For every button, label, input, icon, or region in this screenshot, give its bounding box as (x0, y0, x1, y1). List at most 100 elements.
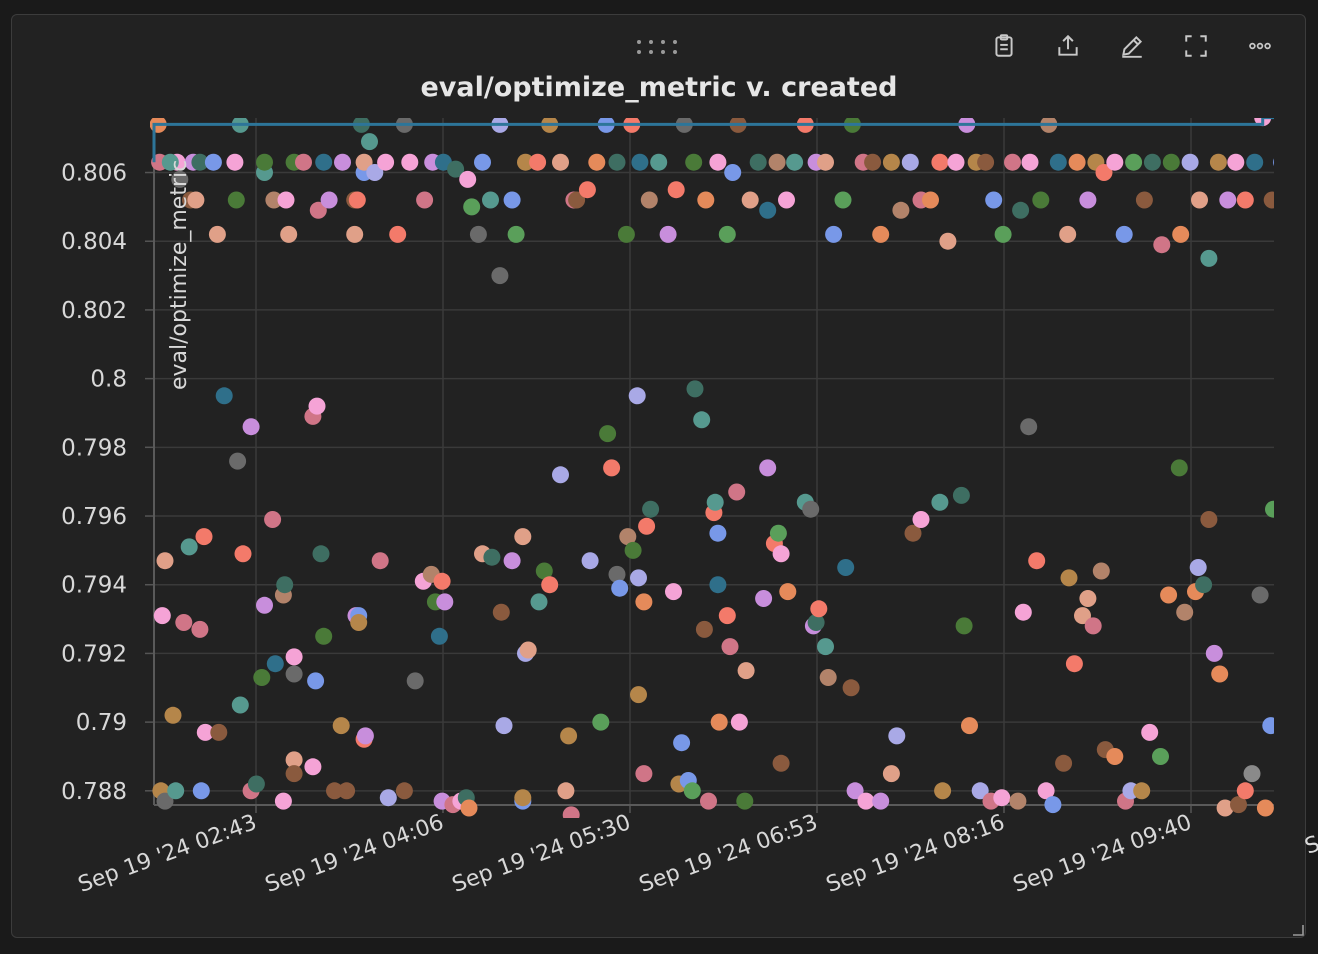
data-point[interactable] (892, 201, 910, 219)
data-point[interactable] (1068, 153, 1086, 171)
data-point[interactable] (650, 153, 668, 171)
data-point[interactable] (659, 225, 677, 243)
data-point[interactable] (395, 782, 413, 800)
data-point[interactable] (459, 170, 477, 188)
data-point[interactable] (1160, 586, 1178, 604)
data-point[interactable] (1243, 765, 1261, 783)
data-point[interactable] (1009, 792, 1027, 810)
data-point[interactable] (718, 225, 736, 243)
data-point[interactable] (348, 191, 366, 209)
data-point[interactable] (617, 225, 635, 243)
data-point[interactable] (552, 466, 569, 484)
data-point[interactable] (1060, 569, 1078, 587)
data-point[interactable] (495, 717, 513, 735)
data-point[interactable] (1200, 511, 1218, 528)
data-point[interactable] (514, 789, 532, 807)
data-point[interactable] (630, 686, 647, 704)
data-point[interactable] (1028, 552, 1046, 570)
data-point[interactable] (842, 679, 860, 697)
data-point[interactable] (276, 576, 294, 594)
data-point[interactable] (1143, 153, 1161, 171)
data-point[interactable] (1176, 603, 1194, 621)
data-point[interactable] (1153, 236, 1171, 254)
data-point[interactable] (295, 153, 312, 171)
data-point[interactable] (204, 153, 222, 171)
data-point[interactable] (175, 614, 193, 631)
data-point[interactable] (315, 153, 333, 171)
data-point[interactable] (231, 696, 249, 714)
data-point[interactable] (693, 411, 711, 429)
data-point[interactable] (1236, 782, 1254, 800)
data-point[interactable] (864, 153, 882, 171)
data-point[interactable] (562, 806, 580, 823)
data-point[interactable] (673, 734, 691, 752)
data-point[interactable] (1262, 717, 1279, 735)
data-point[interactable] (638, 517, 656, 535)
data-point[interactable] (332, 717, 350, 735)
data-point[interactable] (277, 191, 295, 209)
data-point[interactable] (266, 655, 284, 673)
data-point[interactable] (460, 799, 478, 817)
data-point[interactable] (952, 486, 970, 504)
data-point[interactable] (759, 459, 777, 477)
data-point[interactable] (1135, 191, 1153, 209)
data-point[interactable] (253, 669, 271, 686)
resize-handle-icon[interactable] (1292, 924, 1304, 936)
data-point[interactable] (503, 552, 521, 570)
data-point[interactable] (994, 225, 1012, 243)
data-point[interactable] (1012, 201, 1030, 219)
data-point[interactable] (810, 600, 828, 618)
data-point[interactable] (1300, 590, 1317, 607)
data-point[interactable] (1106, 748, 1124, 765)
data-point[interactable] (1281, 164, 1298, 181)
data-point[interactable] (872, 792, 890, 810)
data-point[interactable] (208, 225, 226, 243)
data-point[interactable] (285, 648, 303, 666)
data-point[interactable] (1125, 153, 1143, 171)
data-point[interactable] (939, 232, 957, 250)
data-point[interactable] (334, 153, 351, 171)
data-point[interactable] (379, 789, 397, 807)
data-point[interactable] (1172, 225, 1190, 243)
data-point[interactable] (234, 545, 252, 563)
data-point[interactable] (1251, 586, 1269, 604)
data-point[interactable] (529, 153, 547, 171)
data-point[interactable] (280, 225, 298, 243)
data-point[interactable] (1256, 799, 1274, 817)
data-point[interactable] (167, 782, 185, 800)
data-point[interactable] (730, 713, 748, 731)
data-point[interactable] (755, 590, 773, 607)
data-point[interactable] (888, 727, 906, 745)
data-point[interactable] (786, 153, 804, 171)
data-point[interactable] (825, 225, 843, 243)
data-point[interactable] (215, 387, 233, 405)
data-point[interactable] (560, 727, 578, 745)
data-point[interactable] (312, 545, 330, 563)
data-point[interactable] (1289, 587, 1306, 604)
data-point[interactable] (667, 181, 685, 199)
data-point[interactable] (541, 576, 559, 594)
data-point[interactable] (430, 627, 448, 645)
data-point[interactable] (819, 669, 837, 686)
data-point[interactable] (686, 380, 704, 398)
data-point[interactable] (882, 765, 900, 783)
data-point[interactable] (1305, 614, 1318, 631)
data-point[interactable] (769, 524, 787, 542)
data-point[interactable] (635, 765, 653, 783)
data-point[interactable] (1265, 500, 1282, 518)
data-point[interactable] (772, 754, 790, 772)
data-point[interactable] (977, 153, 995, 171)
data-point[interactable] (628, 387, 646, 405)
data-point[interactable] (389, 225, 407, 243)
data-point[interactable] (695, 620, 713, 638)
data-point[interactable] (922, 191, 939, 209)
data-point[interactable] (1021, 153, 1039, 171)
data-point[interactable] (993, 789, 1011, 807)
data-point[interactable] (857, 792, 875, 810)
data-point[interactable] (226, 153, 244, 171)
data-point[interactable] (1141, 723, 1159, 741)
data-point[interactable] (603, 459, 621, 477)
data-point[interactable] (1170, 459, 1188, 477)
data-point[interactable] (642, 500, 660, 518)
data-point[interactable] (1281, 484, 1298, 501)
